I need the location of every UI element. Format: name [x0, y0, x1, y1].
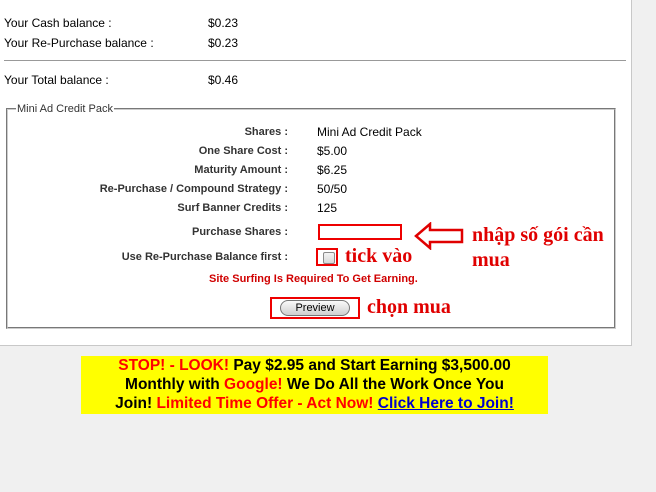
total-balance-value: $0.46: [208, 73, 239, 87]
shares-label: Shares :: [244, 126, 288, 138]
promo-google: Google!: [224, 376, 283, 393]
mini-ad-credit-pack-fieldset: Mini Ad Credit Pack: [6, 103, 616, 329]
use-repurchase-balance-highlight: [316, 248, 338, 266]
maturity-amount-value: $6.25: [317, 163, 348, 177]
promo-banner: STOP! - LOOK! Pay $2.95 and Start Earnin…: [81, 356, 548, 414]
maturity-amount-label: Maturity Amount :: [194, 164, 288, 176]
promo-stop: STOP! - LOOK!: [118, 357, 230, 374]
promo-line-1: STOP! - LOOK! Pay $2.95 and Start Earnin…: [81, 356, 548, 375]
promo-join: Join!: [115, 395, 153, 412]
one-share-cost-value: $5.00: [317, 144, 348, 158]
cash-balance-label: Your Cash balance :: [4, 16, 112, 30]
total-balance-label: Your Total balance :: [4, 73, 109, 87]
button-annotation: chọn mua: [367, 296, 451, 318]
preview-button[interactable]: Preview: [280, 300, 350, 316]
purchase-shares-input[interactable]: [318, 224, 402, 240]
preview-button-highlight: Preview: [270, 297, 360, 319]
promo-line-2: Monthly with Google! We Do All the Work …: [81, 375, 548, 394]
use-repurchase-balance-label: Use Re-Purchase Balance first :: [121, 251, 288, 263]
promo-monthly: Monthly with: [125, 376, 225, 393]
divider: [4, 60, 626, 61]
checkbox-annotation: tick vào: [345, 245, 413, 267]
pack-legend: Mini Ad Credit Pack: [17, 103, 113, 115]
input-annotation-line1: nhập số gói cần: [472, 224, 604, 246]
surf-banner-credits-value: 125: [317, 201, 338, 215]
compound-strategy-value: 50/50: [317, 182, 348, 196]
promo-line-3: Join! Limited Time Offer - Act Now! Clic…: [81, 394, 548, 413]
use-repurchase-balance-checkbox[interactable]: [323, 252, 335, 264]
promo-join-link[interactable]: Click Here to Join!: [378, 395, 514, 412]
promo-pay: Pay $2.95 and Start Earning $3,500.00: [229, 357, 511, 374]
account-panel: Your Cash balance : $0.23 Your Re-Purcha…: [0, 0, 632, 346]
surfing-required-notice: Site Surfing Is Required To Get Earning.: [209, 273, 418, 285]
left-arrow-icon: [414, 222, 464, 250]
cash-balance-value: $0.23: [208, 16, 239, 30]
input-annotation-line2: mua: [472, 249, 510, 271]
shares-value: Mini Ad Credit Pack: [317, 125, 422, 139]
purchase-shares-label: Purchase Shares :: [192, 226, 288, 238]
promo-offer: Limited Time Offer - Act Now!: [152, 395, 378, 412]
one-share-cost-label: One Share Cost :: [198, 145, 288, 157]
compound-strategy-label: Re-Purchase / Compound Strategy :: [99, 183, 288, 195]
surf-banner-credits-label: Surf Banner Credits :: [177, 202, 288, 214]
promo-work: We Do All the Work Once You: [282, 376, 504, 393]
repurchase-balance-value: $0.23: [208, 36, 239, 50]
repurchase-balance-label: Your Re-Purchase balance :: [4, 36, 154, 50]
